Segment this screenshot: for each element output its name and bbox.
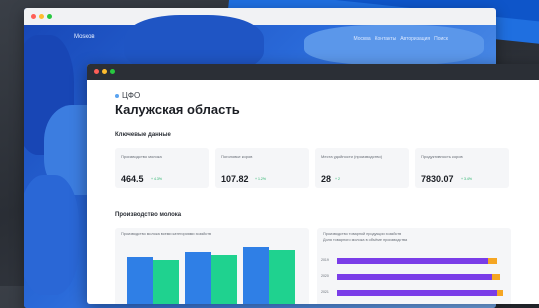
breadcrumb-label: ЦФО	[122, 91, 141, 100]
chart-hbar[interactable]	[337, 274, 492, 280]
key-data-heading: Ключевые данные	[115, 132, 171, 138]
close-dot-icon[interactable]	[31, 14, 36, 19]
map-nav-link[interactable]: Авторизация	[400, 36, 430, 42]
stat-card[interactable]: Места удойности (производство) 28 + 2	[315, 148, 409, 188]
milk-production-heading: Производство молока	[115, 212, 182, 218]
map-window-titlebar	[24, 8, 496, 25]
card-value: 464.5	[121, 174, 144, 184]
card-label: Производство молока	[121, 154, 162, 159]
maximize-dot-icon[interactable]	[110, 69, 115, 74]
close-dot-icon[interactable]	[94, 69, 99, 74]
chart-bar[interactable]	[211, 255, 237, 304]
chart-hbar[interactable]	[496, 290, 504, 296]
stat-card[interactable]: Производство молока 464.5 + 4.3%	[115, 148, 209, 188]
chart-bar[interactable]	[153, 260, 179, 304]
milk-bar-chart-panel[interactable]: Производство молока всеми категориями хо…	[115, 228, 309, 304]
chart-bar[interactable]	[185, 251, 211, 304]
minimize-dot-icon[interactable]	[39, 14, 44, 19]
chart-hbar[interactable]	[488, 258, 497, 264]
map-nav-link[interactable]: Москва	[354, 36, 371, 42]
card-value: 28	[321, 174, 332, 184]
chart-hbar[interactable]	[491, 274, 500, 280]
bar-category-label: 2021	[321, 290, 329, 294]
card-label: Места удойности (производство)	[321, 154, 383, 159]
card-delta: + 4.3%	[151, 177, 162, 181]
card-delta: + 1.2%	[255, 177, 266, 181]
map-nav-link[interactable]: Поиск	[434, 36, 448, 42]
horizontal-bars: 2019 2020 2021	[317, 228, 511, 304]
maximize-dot-icon[interactable]	[47, 14, 52, 19]
chart-hbar[interactable]	[337, 258, 489, 264]
card-value: 107.82	[221, 174, 249, 184]
minimize-dot-icon[interactable]	[102, 69, 107, 74]
map-region-label: Моsков	[74, 34, 95, 40]
card-delta: + 3.4%	[461, 177, 472, 181]
chart-bar[interactable]	[127, 256, 153, 304]
map-nav-links: Москва Контакты Авторизация Поиск	[354, 36, 448, 42]
breadcrumb[interactable]: ЦФО	[115, 91, 140, 100]
card-label: Поголовье коров	[221, 154, 253, 159]
card-label: Продуктивность коров	[421, 154, 463, 159]
dashboard-titlebar	[87, 64, 539, 80]
chart-hbar[interactable]	[337, 290, 497, 296]
bar-category-label: 2020	[321, 274, 329, 278]
chart-bar[interactable]	[269, 249, 295, 304]
stat-card[interactable]: Поголовье коров 107.82 + 1.2%	[215, 148, 309, 188]
card-value: 7830.07	[421, 174, 454, 184]
vertical-bars	[125, 242, 299, 304]
stat-card[interactable]: Продуктивность коров 7830.07 + 3.4%	[415, 148, 509, 188]
page-title: Калужская область	[115, 102, 240, 117]
dashboard-window: ЦФО Калужская область Ключевые данные Пр…	[87, 64, 539, 304]
map-nav-link[interactable]: Контакты	[375, 36, 397, 42]
commodity-bar-chart-panel[interactable]: Производство товарной продукции хозяйств…	[317, 228, 511, 304]
district-dot-icon	[115, 93, 119, 98]
bar-category-label: 2019	[321, 258, 329, 262]
chart-label: Производство молока всеми категориями хо…	[121, 232, 212, 236]
card-delta: + 2	[335, 177, 340, 181]
chart-bar[interactable]	[243, 247, 269, 304]
